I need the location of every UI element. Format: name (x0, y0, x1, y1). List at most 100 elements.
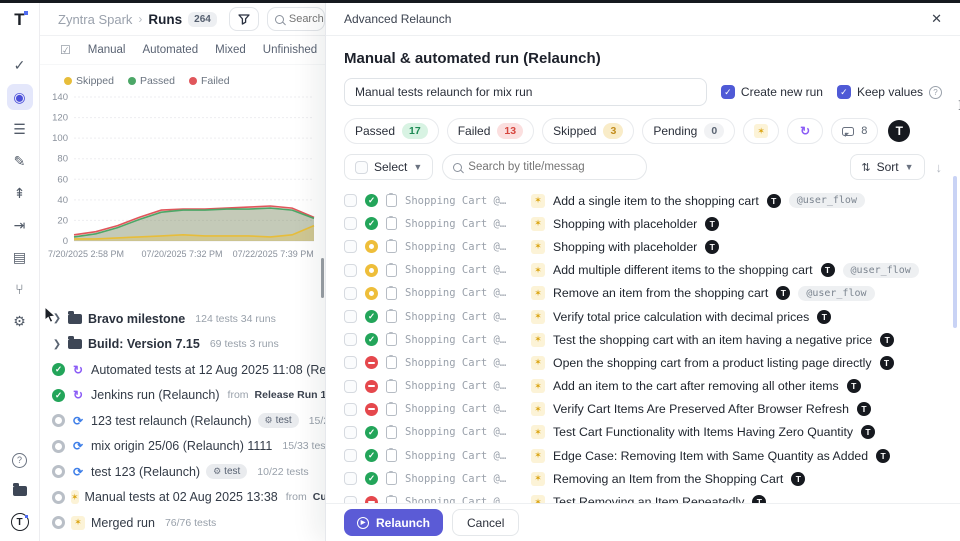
filter-button[interactable] (229, 7, 259, 31)
check-icon[interactable]: ✓ (7, 52, 33, 78)
test-row[interactable]: Shopping Cart @…✶Test the shopping cart … (344, 328, 942, 351)
test-title[interactable]: Test Removing an Item Repeatedly (553, 495, 744, 503)
run-play-icon[interactable]: ◉ (7, 84, 33, 110)
run-row[interactable]: ❯Bravo milestone124 tests 34 runs (48, 306, 325, 332)
run-row[interactable]: ❯Build: Version 7.1569 tests 3 runs (48, 332, 325, 358)
run-row[interactable]: ✶Merged run76/76 tests (48, 510, 325, 536)
test-row[interactable]: Shopping Cart @…✶Verify Cart Items Are P… (344, 398, 942, 421)
run-title[interactable]: mix origin 25/06 (Relaunch) 1111 (91, 439, 272, 453)
run-title[interactable]: Manual tests at 02 Aug 2025 13:38 (85, 490, 278, 504)
expand-chevron-icon[interactable]: ❯ (52, 339, 62, 350)
run-title[interactable]: Build: Version 7.15 (88, 337, 200, 351)
relaunch-button[interactable]: ▶ Relaunch (344, 509, 443, 536)
row-checkbox[interactable] (344, 194, 357, 207)
user-avatar-icon[interactable]: T (9, 511, 31, 533)
tab-mixed[interactable]: Mixed (215, 44, 246, 56)
test-title[interactable]: Verify Cart Items Are Preserved After Br… (553, 402, 849, 416)
run-row[interactable]: ⟳123 test relaunch (Relaunch)⚙test15/23 … (48, 408, 325, 434)
help-icon[interactable]: ? (9, 449, 31, 471)
chip-comments[interactable]: 8 (831, 118, 878, 144)
row-checkbox[interactable] (344, 217, 357, 230)
test-title[interactable]: Shopping with placeholder (553, 240, 697, 254)
test-row[interactable]: Shopping Cart @…✶Open the shopping cart … (344, 351, 942, 374)
runs-search[interactable]: ✕ (267, 7, 325, 31)
pencil-icon[interactable]: ✎ (7, 148, 33, 174)
run-row[interactable]: ↻Automated tests at 12 Aug 2025 11:08 (R… (48, 357, 325, 383)
create-new-run-checkbox[interactable]: ✓ Create new run (721, 85, 823, 99)
run-row[interactable]: ↻Jenkins run (Relaunch)fromRelease Run 1… (48, 383, 325, 409)
test-title[interactable]: Verify total price calculation with deci… (553, 310, 809, 324)
run-title[interactable]: Jenkins run (Relaunch) (91, 388, 220, 402)
app-logo-icon[interactable]: T (14, 10, 24, 30)
row-checkbox[interactable] (344, 240, 357, 253)
test-title[interactable]: Test Cart Functionality with Items Havin… (553, 425, 853, 439)
test-title[interactable]: Shopping with placeholder (553, 217, 697, 231)
gear-icon[interactable]: ⚙ (7, 308, 33, 334)
run-row[interactable]: ⟳test 123 (Relaunch)⚙test10/22 tests (48, 459, 325, 485)
tab-unfinished[interactable]: Unfinished (263, 44, 317, 56)
run-title[interactable]: Bravo milestone (88, 312, 185, 326)
cancel-button[interactable]: Cancel (452, 509, 519, 536)
keep-values-checkbox[interactable]: ✓ Keep values ? (837, 85, 942, 99)
test-title[interactable]: Add multiple different items to the shop… (553, 263, 813, 277)
sort-direction-icon[interactable]: ↓ (936, 160, 943, 175)
help-circle-icon[interactable]: ? (929, 86, 942, 99)
test-title[interactable]: Remove an item from the shopping cart (553, 286, 768, 300)
run-title[interactable]: 123 test relaunch (Relaunch) (91, 414, 252, 428)
tab-manual[interactable]: Manual (88, 44, 126, 56)
left-panel-scrollbar[interactable] (321, 258, 324, 298)
runs-search-input[interactable] (289, 13, 325, 25)
chip-passed[interactable]: Passed 17 (344, 118, 439, 144)
test-title[interactable]: Edge Case: Removing Item with Same Quant… (553, 449, 868, 463)
test-title[interactable]: Test the shopping cart with an item havi… (553, 333, 872, 347)
sort-button[interactable]: ⇅ Sort ▼ (850, 154, 924, 180)
chip-skipped[interactable]: Skipped 3 (542, 118, 634, 144)
run-row[interactable]: ⟳mix origin 25/06 (Relaunch) 111115/33 t… (48, 434, 325, 460)
image-icon[interactable]: ▤ (7, 244, 33, 270)
row-checkbox[interactable] (344, 310, 357, 323)
row-checkbox[interactable] (344, 380, 357, 393)
run-row[interactable]: ✶Manual tests at 02 Aug 2025 13:38fromCu… (48, 485, 325, 511)
chip-pending[interactable]: Pending 0 (642, 118, 735, 144)
test-row[interactable]: Shopping Cart @…✶Test Cart Functionality… (344, 421, 942, 444)
assignee-filter-avatar[interactable]: T (888, 120, 910, 142)
select-dropdown[interactable]: Select ▼ (344, 154, 433, 180)
test-row[interactable]: Shopping Cart @…✶Test Removing an Item R… (344, 490, 942, 503)
breadcrumb-project[interactable]: Zyntra Spark (58, 12, 132, 27)
run-title-input[interactable] (344, 78, 707, 106)
chip-manual-type[interactable]: ✶ (743, 118, 779, 144)
test-row[interactable]: Shopping Cart @…✶Verify total price calc… (344, 305, 942, 328)
run-title[interactable]: Automated tests at 12 Aug 2025 11:08 (Re… (91, 363, 325, 377)
test-row[interactable]: Shopping Cart @…✶Shopping with placehold… (344, 235, 942, 258)
run-title[interactable]: Merged run (91, 516, 155, 530)
run-title[interactable]: test 123 (Relaunch) (91, 465, 200, 479)
test-search-input[interactable] (468, 161, 636, 173)
chip-failed[interactable]: Failed 13 (447, 118, 534, 144)
branch-icon[interactable]: ⑂ (7, 276, 33, 302)
row-checkbox[interactable] (344, 333, 357, 346)
test-row[interactable]: Shopping Cart @…✶Remove an item from the… (344, 282, 942, 305)
row-checkbox[interactable] (344, 496, 357, 503)
modal-scrollbar[interactable] (953, 176, 957, 328)
row-checkbox[interactable] (344, 356, 357, 369)
test-row[interactable]: Shopping Cart @…✶Add multiple different … (344, 259, 942, 282)
close-icon[interactable]: ✕ (931, 11, 942, 27)
tab-automated[interactable]: Automated (142, 44, 198, 56)
test-title[interactable]: Add a single item to the shopping cart (553, 194, 759, 208)
projects-folder-icon[interactable] (9, 480, 31, 502)
test-row[interactable]: Shopping Cart @…✶Edge Case: Removing Ite… (344, 444, 942, 467)
chip-automated-type[interactable]: ↻ (787, 118, 823, 144)
row-checkbox[interactable] (344, 449, 357, 462)
row-checkbox[interactable] (344, 472, 357, 485)
test-title[interactable]: Removing an Item from the Shopping Cart (553, 472, 783, 486)
test-title[interactable]: Open the shopping cart from a product li… (553, 356, 872, 370)
row-checkbox[interactable] (344, 403, 357, 416)
select-runs-icon[interactable]: ☑ (60, 43, 71, 57)
test-row[interactable]: Shopping Cart @…✶Add an item to the cart… (344, 375, 942, 398)
row-checkbox[interactable] (344, 426, 357, 439)
test-search[interactable] (442, 154, 647, 180)
row-checkbox[interactable] (344, 287, 357, 300)
test-row[interactable]: Shopping Cart @…✶Add a single item to th… (344, 189, 942, 212)
test-row[interactable]: Shopping Cart @…✶Removing an Item from t… (344, 467, 942, 490)
box-arrow-icon[interactable]: ⇥ (7, 212, 33, 238)
